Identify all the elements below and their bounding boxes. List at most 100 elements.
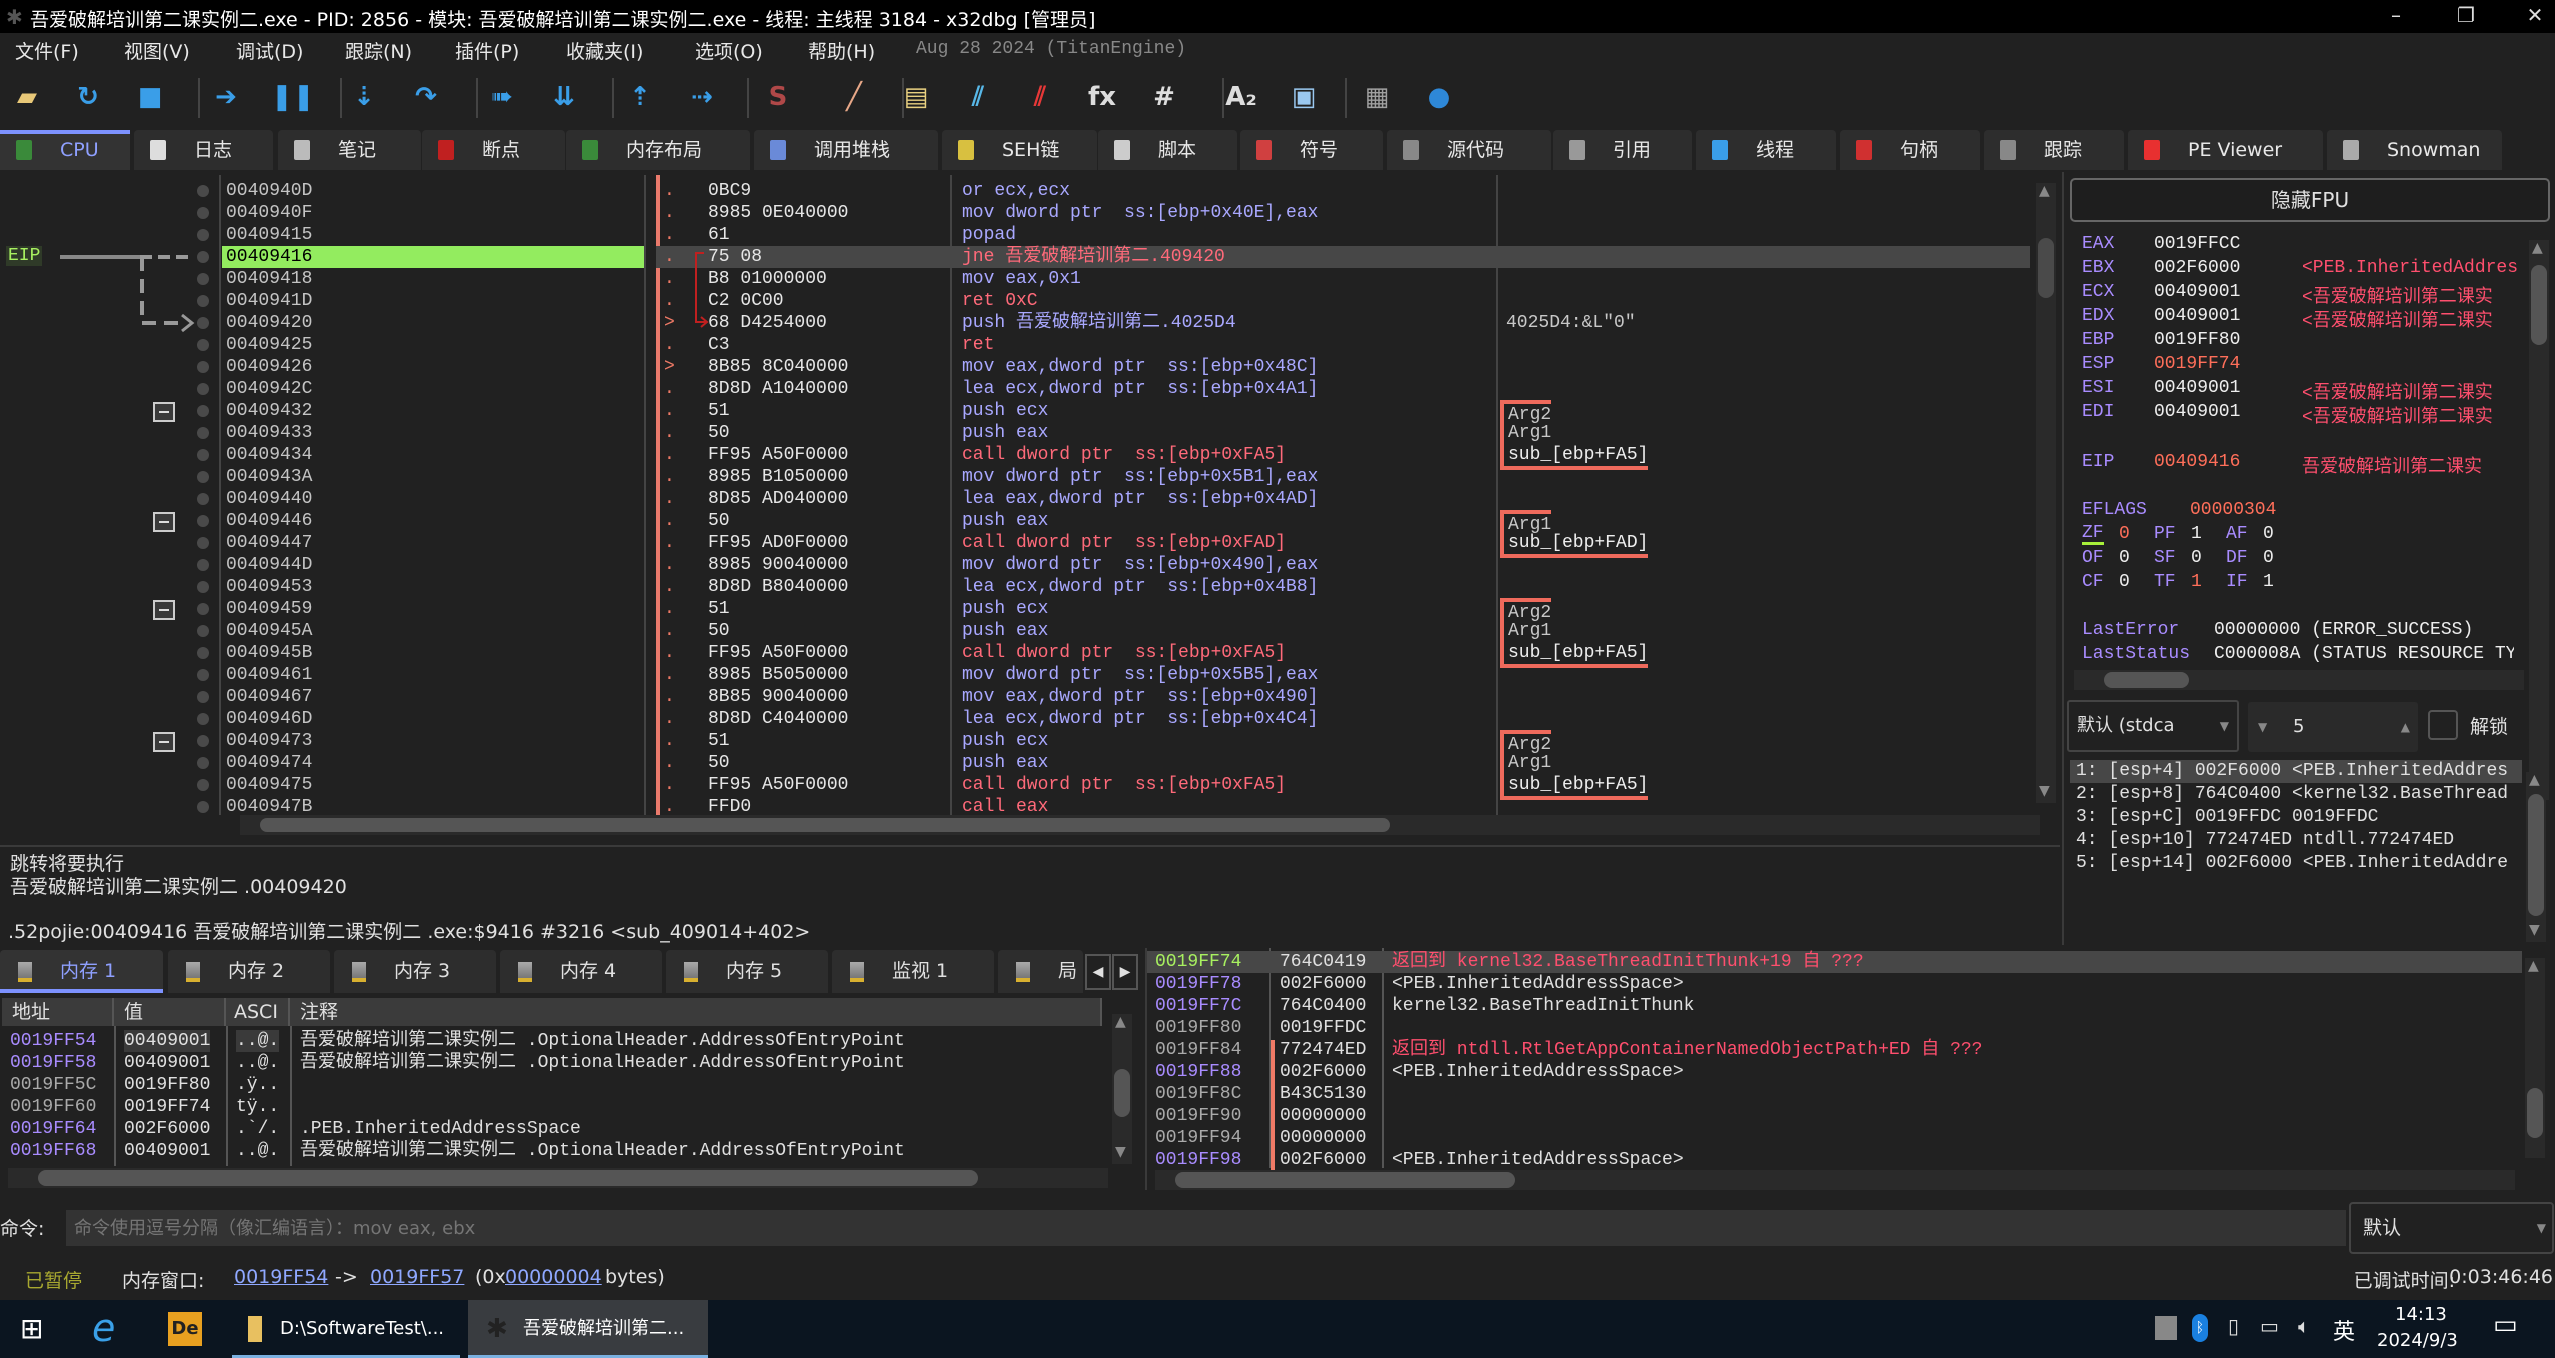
column-header-value[interactable]: 值 — [114, 998, 226, 1026]
column-header-ascii[interactable]: ASCI — [226, 998, 290, 1026]
flag-value[interactable]: 0 — [2119, 524, 2130, 544]
network-warning-icon[interactable] — [2155, 1316, 2177, 1340]
register-value[interactable]: 00409001 — [2154, 306, 2240, 326]
step-over-icon[interactable]: ↷ — [409, 80, 443, 114]
flag-value[interactable]: 0 — [2119, 572, 2130, 592]
restart-icon[interactable]: ↻ — [71, 80, 105, 114]
stack-row[interactable]: 0019FF7C 764C0400 kernel32.BaseThreadInitT… — [1147, 995, 2522, 1017]
volume-icon[interactable]: 🔈︎ — [2298, 1314, 2310, 1338]
dump-tab[interactable]: 内存 4 — [500, 950, 662, 993]
column-header-comment[interactable]: 注释 — [290, 998, 1102, 1026]
tab-script[interactable]: 脚本 — [1098, 130, 1237, 170]
menu-plugins[interactable]: 插件(P) — [455, 37, 519, 64]
patch-icon[interactable]: ╱ — [837, 80, 871, 114]
tab-log[interactable]: 日志 — [134, 130, 273, 170]
stack-row[interactable]: 0019FF98 002F6000 <PEB.InheritedAddressSpa… — [1147, 1149, 2522, 1171]
dump-tab[interactable]: 监视 1 — [832, 950, 994, 993]
disasm-horizontal-scrollbar[interactable] — [240, 815, 2040, 835]
menu-help[interactable]: 帮助(H) — [808, 37, 875, 64]
dump-row[interactable]: 0019FF5C 0019FF80 .ÿ.. — [0, 1074, 1110, 1096]
registers-horizontal-scrollbar[interactable] — [2074, 670, 2524, 690]
stack-view[interactable]: 0019FF74 764C0419 返回到 kernel32.BaseThreadI… — [1145, 948, 2555, 1190]
globe-icon[interactable]: ● — [1422, 80, 1456, 114]
network-icon[interactable]: ▭ — [2260, 1314, 2279, 1338]
tab-handles[interactable]: 句柄 — [1840, 130, 1980, 170]
dump-row[interactable]: 0019FF64 002F6000 .`/. .PEB.InheritedAddres… — [0, 1118, 1110, 1140]
register-value[interactable]: 0019FFCC — [2154, 234, 2240, 254]
menu-file[interactable]: 文件(F) — [15, 37, 79, 64]
tab-references[interactable]: 引用 — [1553, 130, 1692, 170]
pause-icon[interactable]: ❚❚ — [271, 80, 315, 114]
menu-debug[interactable]: 调试(D) — [236, 37, 303, 64]
disassembly-view[interactable]: 0040940D. 0BC9 or ecx,ecx 0040940F. 8985 0E0… — [0, 175, 2060, 815]
run-to-user-code-icon[interactable]: ⇢ — [685, 80, 719, 114]
stack-row[interactable]: 0019FF84 772474ED 返回到 ntdll.RtlGetAppConta… — [1147, 1039, 2522, 1061]
trace-into-icon[interactable]: ➠ — [485, 80, 519, 114]
unlock-checkbox[interactable] — [2428, 710, 2458, 740]
comments-icon[interactable]: ▤ — [899, 80, 933, 114]
execute-till-return-icon[interactable]: ⇡ — [623, 80, 657, 114]
run-icon[interactable]: ➔ — [209, 80, 243, 114]
flag-value[interactable]: 0 — [2263, 524, 2274, 544]
taskbar-item-explorer[interactable]: D:\SoftwareTest\... — [232, 1300, 460, 1358]
call-arg-row[interactable]: 5: [esp+14] 002F6000 <PEB.InheritedAddre — [2070, 852, 2522, 875]
register-value[interactable]: 00409001 — [2154, 378, 2240, 398]
windows-start-icon[interactable]: ⊞ — [20, 1312, 43, 1345]
stop-icon[interactable]: ■ — [133, 80, 167, 114]
open-icon[interactable]: ▰ — [10, 80, 44, 114]
call-arg-row[interactable]: 1: [esp+4] 002F6000 <PEB.InheritedAddres — [2070, 760, 2522, 783]
device-icon[interactable]: ▣ — [1287, 80, 1321, 114]
register-value[interactable]: 0019FF80 — [2154, 330, 2240, 350]
menu-favourites[interactable]: 收藏夹(I) — [566, 37, 643, 64]
flag-value[interactable]: 0 — [2119, 548, 2130, 568]
internet-explorer-icon[interactable]: e — [92, 1306, 115, 1350]
taskbar-item-x32dbg[interactable]: ✱ 吾爱破解培训第二... — [468, 1300, 708, 1358]
disasm-vertical-scrollbar[interactable]: ▲ ▼ — [2036, 183, 2056, 803]
dump-tab[interactable]: 内存 2 — [168, 950, 330, 993]
clock-time[interactable]: 14:13 — [2395, 1304, 2447, 1325]
stack-row[interactable]: 0019FF78 002F6000 <PEB.InheritedAddressSpa… — [1147, 973, 2522, 995]
stack-vertical-scrollbar[interactable]: ▲ — [2525, 958, 2545, 1158]
restore-button[interactable]: ❐ — [2446, 3, 2486, 27]
dump-horizontal-scrollbar[interactable] — [8, 1168, 1108, 1188]
hide-fpu-button[interactable]: 隐藏FPU — [2070, 178, 2550, 222]
tab-pe-viewer[interactable]: PE Viewer — [2128, 130, 2323, 170]
register-value[interactable]: 002F6000 — [2154, 258, 2240, 278]
tab-trace[interactable]: 跟踪 — [1984, 130, 2124, 170]
tab-threads[interactable]: 线程 — [1696, 130, 1836, 170]
command-mode-dropdown[interactable]: 默认 ▼ — [2349, 1202, 2554, 1254]
decrement-icon[interactable]: ▼ — [2258, 702, 2267, 752]
close-button[interactable]: ✕ — [2515, 3, 2555, 27]
stack-row[interactable]: 0019FF88 002F6000 <PEB.InheritedAddressSpa… — [1147, 1061, 2522, 1083]
labels-icon[interactable]: ⫽ — [961, 80, 995, 114]
flag-value[interactable]: 1 — [2191, 524, 2202, 544]
dump-row[interactable]: 0019FF68 00409001 ..@. 吾爱破解培训第二课实例二 .Option… — [0, 1140, 1110, 1162]
memory-dump-view[interactable]: 地址 值 ASCI 注释 0019FF54 00409001 ..@. 吾爱破解培训第… — [0, 996, 1140, 1190]
minimize-button[interactable]: – — [2376, 3, 2416, 27]
dump-tab[interactable]: 内存 3 — [334, 950, 496, 993]
tab-symbols[interactable]: 符号 — [1240, 130, 1383, 170]
menu-view[interactable]: 视图(V) — [124, 37, 190, 64]
dump-vertical-scrollbar[interactable]: ▲ ▼ — [1112, 1014, 1132, 1164]
calculator-icon[interactable]: ▦ — [1360, 80, 1394, 114]
dump-row[interactable]: 0019FF58 00409001 ..@. 吾爱破解培训第二课实例二 .Option… — [0, 1052, 1110, 1074]
register-value[interactable]: 00409001 — [2154, 282, 2240, 302]
register-value[interactable]: 00409001 — [2154, 402, 2240, 422]
tab-seh[interactable]: SEH链 — [942, 130, 1097, 170]
call-arg-row[interactable]: 4: [esp+10] 772474ED ntdll.772474ED — [2070, 829, 2522, 852]
flag-value[interactable]: 1 — [2263, 572, 2274, 592]
functions-icon[interactable]: fx — [1085, 80, 1119, 114]
stack-row[interactable]: 0019FF80 0019FFDC — [1147, 1017, 2522, 1039]
step-into-icon[interactable]: ⇣ — [347, 80, 381, 114]
increment-icon[interactable]: ▲ — [2401, 702, 2410, 752]
bookmarks-icon[interactable]: ⫽ — [1023, 80, 1057, 114]
register-value[interactable]: 00409416 — [2154, 452, 2240, 472]
tab-scroll-right-button[interactable]: ▶ — [1112, 954, 1138, 990]
memory-size-link[interactable]: 00000004 — [505, 1266, 602, 1288]
tab-call-stack[interactable]: 调用堆栈 — [754, 130, 938, 170]
tab-notes[interactable]: 笔记 — [278, 130, 421, 170]
call-args-scrollbar[interactable]: ▲ ▼ — [2526, 772, 2546, 942]
scylla-icon[interactable]: S — [761, 80, 795, 114]
tab-source[interactable]: 源代码 — [1387, 130, 1551, 170]
dump-row[interactable]: 0019FF54 00409001 ..@. 吾爱破解培训第二课实例二 .Option… — [0, 1030, 1110, 1052]
